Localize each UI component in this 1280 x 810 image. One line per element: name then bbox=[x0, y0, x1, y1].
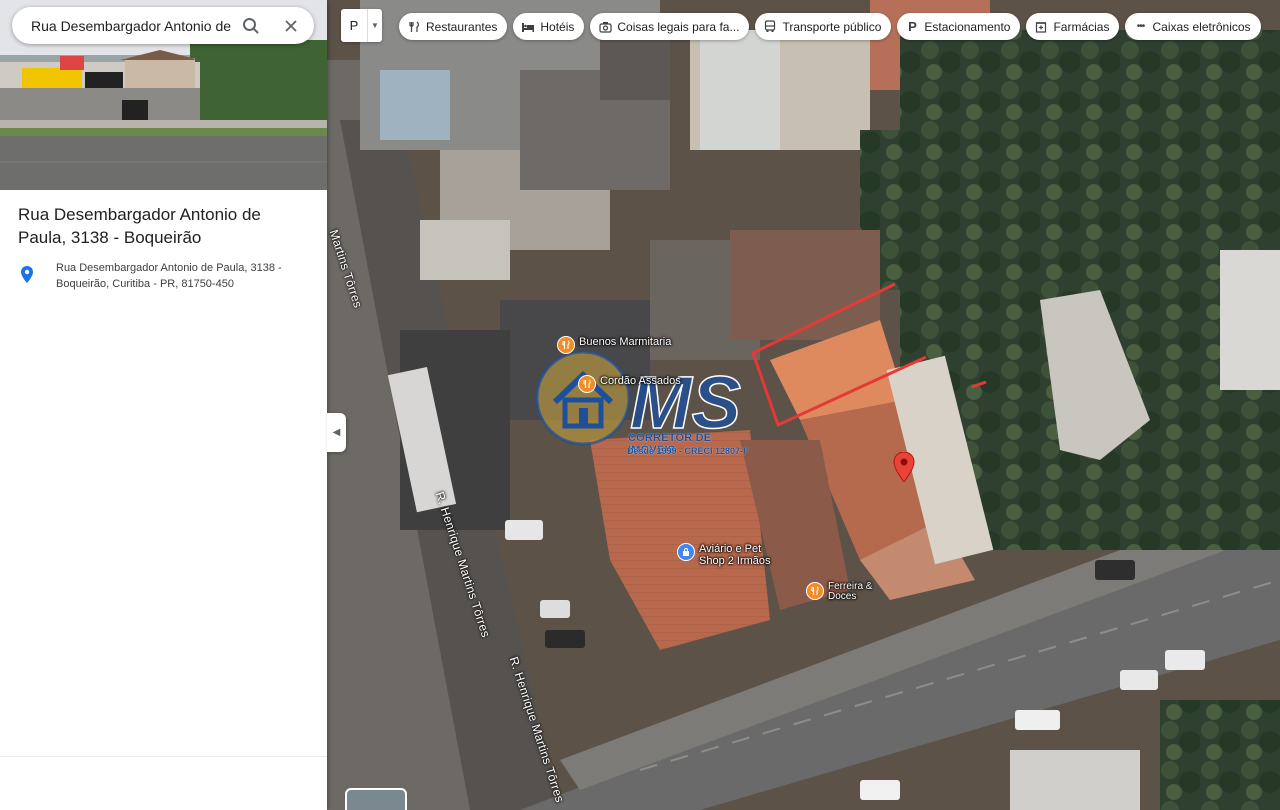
collapse-panel-button[interactable]: ◀ bbox=[327, 413, 346, 452]
chevron-down-icon[interactable]: ▼ bbox=[368, 21, 382, 30]
restaurant-icon bbox=[407, 20, 421, 34]
atm-icon: ••• bbox=[1136, 21, 1146, 32]
chip-estacionamento[interactable]: P Estacionamento bbox=[897, 13, 1021, 40]
chip-hoteis[interactable]: Hotéis bbox=[513, 13, 585, 40]
address-row[interactable]: Rua Desembargador Antonio de Paula, 3138… bbox=[20, 260, 310, 292]
restaurant-icon bbox=[557, 336, 575, 354]
chip-coisas-legais[interactable]: Coisas legais para fa... bbox=[590, 13, 750, 40]
address-text: Rua Desembargador Antonio de Paula, 3138… bbox=[56, 262, 282, 290]
location-pin-icon[interactable] bbox=[893, 452, 915, 482]
bus-icon bbox=[763, 20, 777, 34]
close-icon[interactable] bbox=[271, 7, 311, 44]
place-title: Rua Desembargador Antonio de Paula, 3138… bbox=[18, 205, 261, 247]
pharmacy-icon bbox=[1034, 20, 1048, 34]
parking-icon: P bbox=[908, 19, 917, 34]
chip-caixas-eletronicos[interactable]: ••• Caixas eletrônicos bbox=[1125, 13, 1261, 40]
poi-ferreira-doces[interactable]: Ferreira & Doces bbox=[806, 582, 888, 602]
chip-transporte-publico[interactable]: Transporte público bbox=[755, 13, 892, 40]
poi-aviario-pet-shop[interactable]: Aviário e Pet Shop 2 Irmãos bbox=[677, 543, 779, 567]
restaurant-icon bbox=[578, 375, 596, 393]
camera-icon bbox=[598, 20, 612, 34]
watermark-tagline: Desde 1999 - CRECI 12807-F bbox=[627, 446, 749, 456]
chip-farmacias[interactable]: Farmácias bbox=[1026, 13, 1120, 40]
realtor-watermark: MS CORRETOR DE IMÓVEIS Desde 1999 - CREC… bbox=[535, 350, 750, 462]
restaurant-icon bbox=[806, 582, 824, 600]
poi-cordao-assados[interactable]: Cordão Assados bbox=[578, 375, 681, 393]
layer-toggle-button[interactable]: P ▼ bbox=[341, 9, 382, 42]
divider bbox=[0, 756, 327, 757]
shopping-bag-icon bbox=[677, 543, 695, 561]
hotel-icon bbox=[521, 20, 535, 34]
search-input[interactable] bbox=[31, 17, 231, 34]
layer-toggle-label: P bbox=[349, 18, 359, 33]
category-chips: Restaurantes Hotéis Coisas legais para f… bbox=[399, 13, 1261, 40]
chevron-left-icon: ◀ bbox=[332, 427, 341, 438]
location-pin-icon bbox=[21, 266, 33, 283]
chip-restaurantes[interactable]: Restaurantes bbox=[399, 13, 508, 40]
map-layer-thumbnail[interactable] bbox=[345, 788, 407, 810]
search-box[interactable] bbox=[12, 7, 314, 44]
poi-buenos-marmitaria[interactable]: Buenos Marmitaria bbox=[557, 336, 671, 354]
street-view-photo[interactable] bbox=[0, 0, 327, 190]
place-panel: Rua Desembargador Antonio de Paula, 3138… bbox=[0, 0, 327, 810]
search-icon[interactable] bbox=[231, 7, 271, 44]
